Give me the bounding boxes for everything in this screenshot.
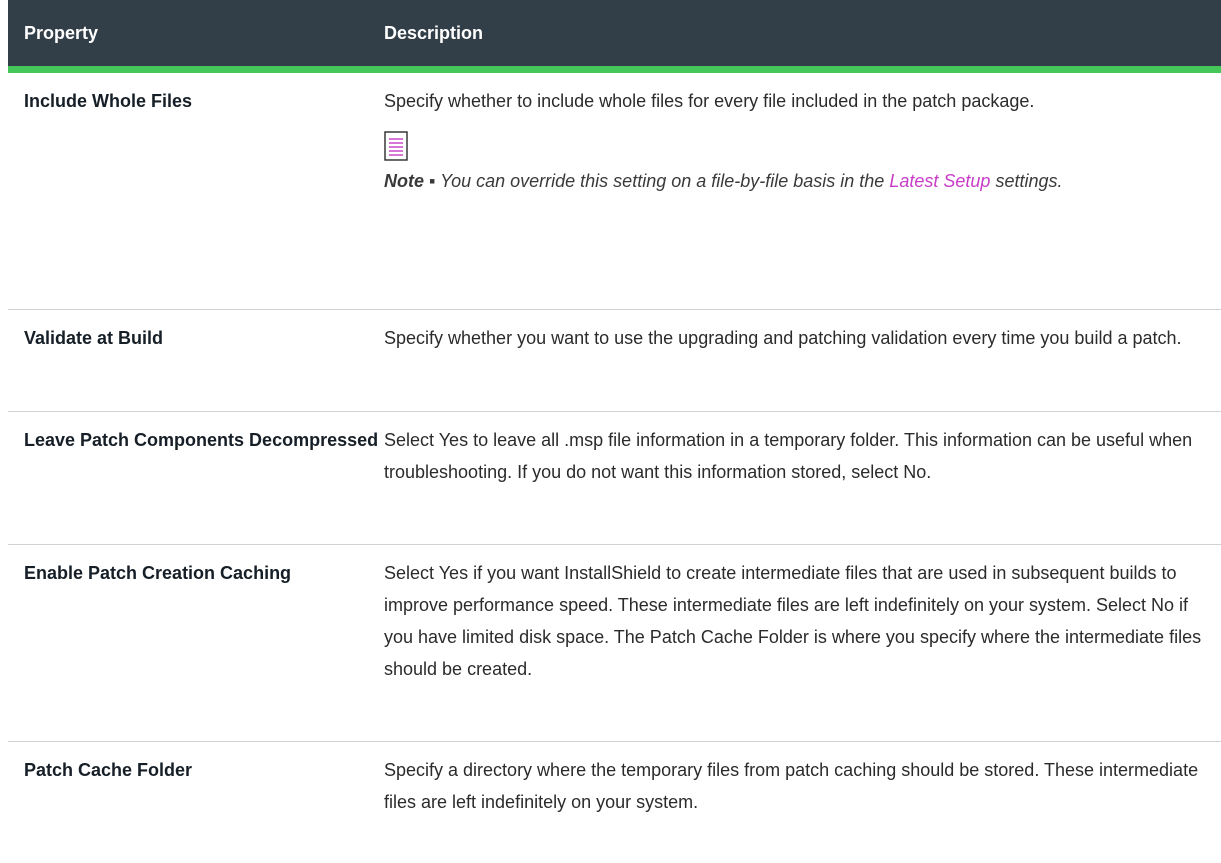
header-description: Description <box>384 22 484 43</box>
table-header: Property Description <box>8 0 1221 73</box>
property-name: Enable Patch Creation Caching <box>24 563 292 583</box>
table-row: Enable Patch Creation Caching Select Yes… <box>8 545 1221 742</box>
note-text: Note ▪ You can override this setting on … <box>384 165 1209 197</box>
table-row: Leave Patch Components Decompressed Sele… <box>8 412 1221 545</box>
property-name: Validate at Build <box>24 328 164 348</box>
note-label: Note ▪ <box>384 171 436 191</box>
table-row: Validate at Build Specify whether you wa… <box>8 310 1221 412</box>
note-icon <box>384 131 408 161</box>
property-description: Specify whether you want to use the upgr… <box>384 328 1182 348</box>
note-text-before: You can override this setting on a file-… <box>440 171 885 191</box>
property-name: Leave Patch Components Decompressed <box>24 430 379 450</box>
property-name: Patch Cache Folder <box>24 760 193 780</box>
note-text-after: settings. <box>995 171 1063 191</box>
property-description: Select Yes if you want InstallShield to … <box>384 563 1202 679</box>
table-row: Patch Cache Folder Specify a directory w… <box>8 742 1221 863</box>
table-row: Include Whole Files Specify whether to i… <box>8 73 1221 310</box>
latest-setup-link[interactable]: Latest Setup <box>889 171 990 191</box>
property-description: Specify whether to include whole files f… <box>384 91 1035 111</box>
property-name: Include Whole Files <box>24 91 193 111</box>
header-property: Property <box>24 22 99 43</box>
properties-table: Property Description Include Whole Files… <box>8 0 1221 863</box>
property-description: Select Yes to leave all .msp file inform… <box>384 430 1193 482</box>
property-description: Specify a directory where the temporary … <box>384 760 1199 812</box>
property-description-cell: Specify whether to include whole files f… <box>384 85 1221 309</box>
